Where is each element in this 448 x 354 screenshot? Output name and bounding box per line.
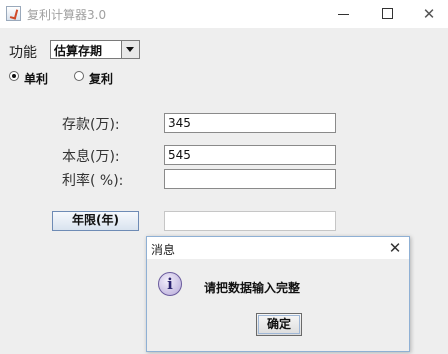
close-button[interactable]: ✕	[414, 4, 444, 24]
info-icon: i	[158, 272, 182, 296]
deposit-label: 存款(万):	[62, 117, 120, 133]
chevron-down-icon[interactable]	[121, 41, 139, 58]
dialog-title-bar: 消息 ✕	[147, 237, 409, 259]
radio-simple-label: 单利	[24, 72, 49, 86]
java-app-icon	[6, 6, 21, 21]
rate-input[interactable]	[164, 169, 336, 189]
function-select-value: 估算存期	[54, 44, 103, 58]
deposit-input[interactable]	[164, 113, 336, 133]
principal-input[interactable]	[164, 145, 336, 165]
maximize-button[interactable]	[372, 4, 402, 24]
principal-label: 本息(万):	[62, 149, 120, 165]
result-field[interactable]	[164, 211, 336, 231]
function-select[interactable]: 估算存期	[50, 40, 140, 59]
radio-compound-label: 复利	[89, 72, 114, 86]
dialog-message: 请把数据输入完整	[204, 281, 301, 295]
minimize-button[interactable]	[328, 4, 358, 24]
years-button[interactable]: 年限(年)	[52, 211, 139, 231]
ok-button[interactable]: 确定	[256, 313, 302, 336]
rate-label: 利率( %):	[62, 173, 124, 189]
function-label: 功能	[9, 45, 37, 61]
message-dialog: 消息 ✕ i 请把数据输入完整 确定	[146, 236, 410, 352]
window-title: 复利计算器3.0	[27, 8, 107, 22]
dialog-title: 消息	[151, 243, 176, 257]
radio-unchecked-icon[interactable]	[74, 71, 84, 81]
title-bar: 复利计算器3.0 ✕	[0, 0, 448, 28]
dialog-close-button[interactable]: ✕	[385, 238, 405, 258]
radio-checked-icon[interactable]	[9, 71, 19, 81]
